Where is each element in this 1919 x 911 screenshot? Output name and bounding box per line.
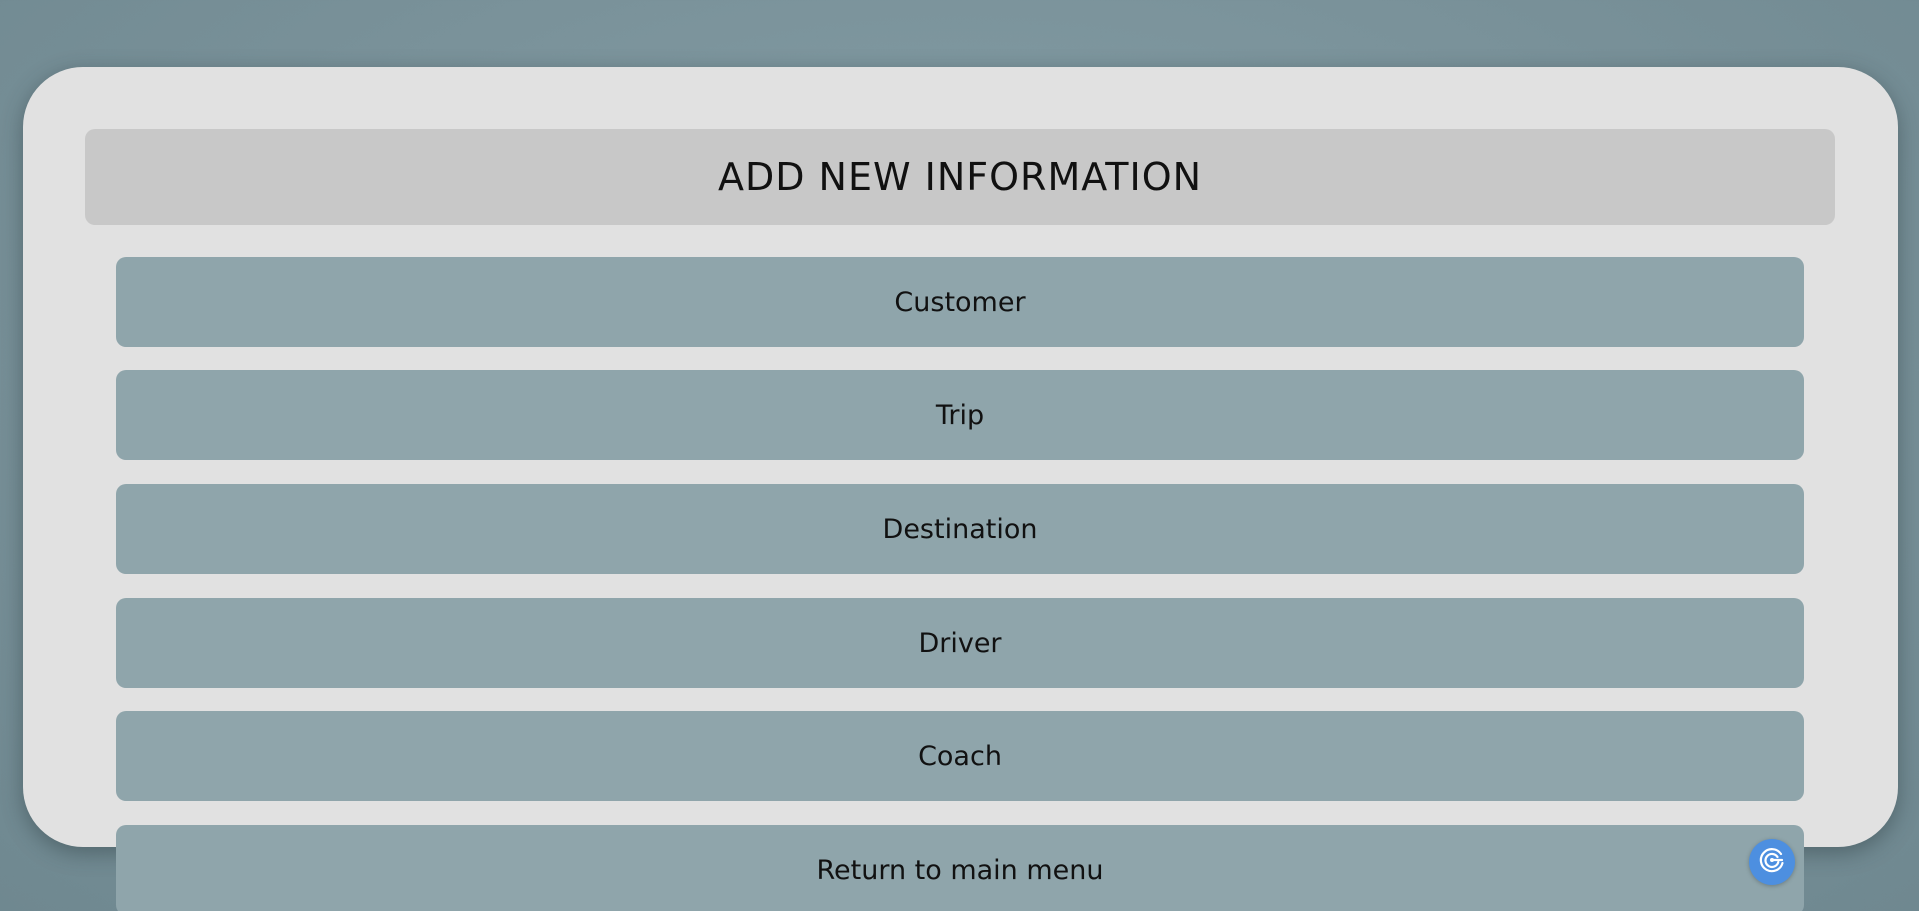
assistant-button[interactable] [1749,839,1795,885]
return-to-main-menu-button[interactable]: Return to main menu [116,825,1804,911]
customer-button[interactable]: Customer [116,257,1804,347]
driver-button[interactable]: Driver [116,598,1804,688]
page-header: ADD NEW INFORMATION [85,129,1835,225]
page-title: ADD NEW INFORMATION [717,155,1203,199]
destination-button[interactable]: Destination [116,484,1804,574]
coach-button[interactable]: Coach [116,711,1804,801]
trip-button[interactable]: Trip [116,370,1804,460]
assistant-spiral-icon [1757,845,1787,879]
